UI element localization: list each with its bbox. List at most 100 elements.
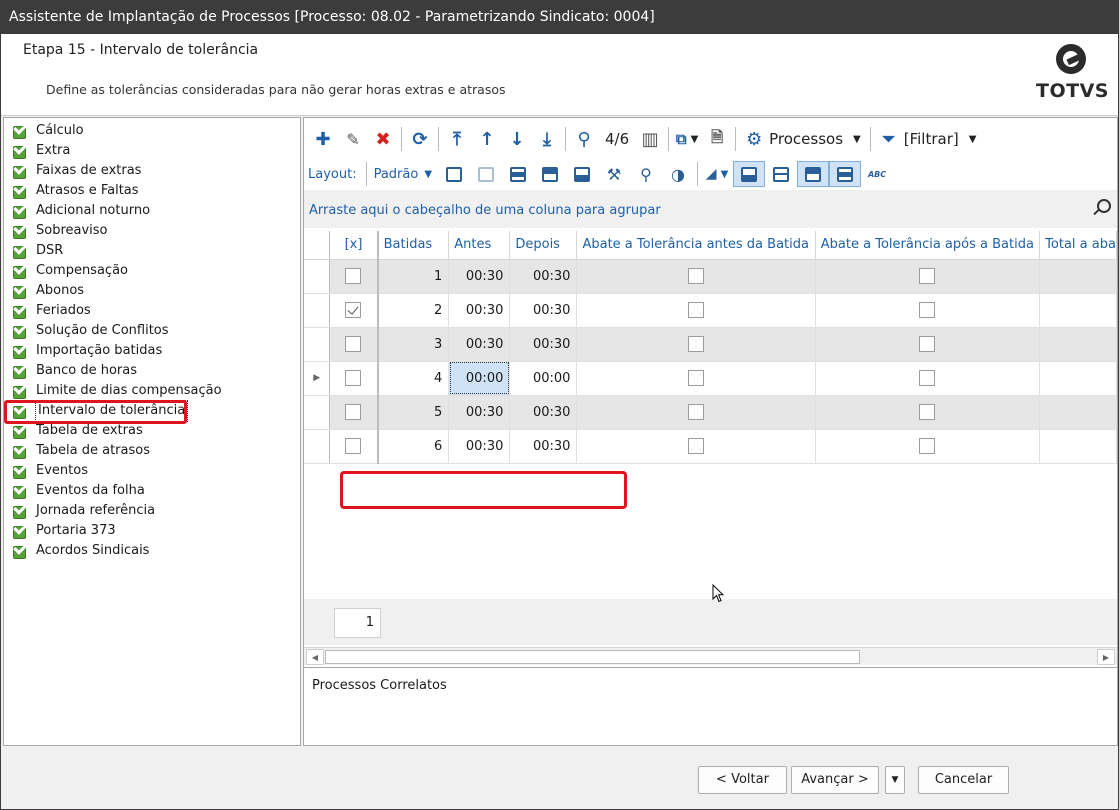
- antes-cell[interactable]: 00:30: [448, 293, 511, 328]
- depois-cell[interactable]: 00:30: [509, 327, 578, 362]
- chart-icon[interactable]: ◢ ▼: [701, 161, 733, 187]
- abate-antes-cell[interactable]: [576, 327, 816, 362]
- row-select-checkbox[interactable]: [345, 268, 362, 284]
- col-header-abate-antes[interactable]: Abate a Tolerância antes da Batida: [576, 231, 816, 260]
- sidebar-item[interactable]: Compensação: [4, 259, 300, 281]
- depois-cell[interactable]: 00:30: [509, 293, 578, 328]
- layout-preset-caret-icon[interactable]: ▼: [424, 169, 432, 180]
- total-cell[interactable]: [1039, 361, 1117, 396]
- row-select-cell[interactable]: [329, 259, 379, 294]
- search-icon[interactable]: [1097, 199, 1111, 213]
- sidebar-item[interactable]: Feriados: [4, 299, 300, 321]
- depois-cell[interactable]: 00:30: [509, 395, 578, 430]
- sidebar-item[interactable]: Sobreaviso: [4, 219, 300, 241]
- row-select-cell[interactable]: [329, 293, 379, 328]
- abate-antes-cell[interactable]: [576, 429, 816, 464]
- arrow-up-icon[interactable]: ↑: [472, 125, 502, 153]
- col-header-batidas[interactable]: Batidas: [376, 231, 450, 260]
- abate-apos-checkbox[interactable]: [919, 438, 936, 454]
- next-dropdown-icon[interactable]: ▼: [885, 766, 905, 794]
- abate-apos-cell[interactable]: [815, 259, 1041, 294]
- row-select-checkbox[interactable]: [345, 302, 362, 318]
- sidebar-item[interactable]: Tabela de extras: [4, 419, 300, 441]
- add-column-icon[interactable]: [438, 161, 470, 187]
- refresh-icon[interactable]: ⟳: [405, 125, 435, 153]
- table-row[interactable]: ▶ 4 00:00 00:00: [304, 361, 1117, 396]
- arrow-down-icon[interactable]: ↓: [502, 125, 532, 153]
- row-select-cell[interactable]: [329, 395, 379, 430]
- abate-antes-cell[interactable]: [576, 293, 816, 328]
- depois-cell[interactable]: 00:00: [509, 361, 578, 396]
- merge-icon[interactable]: [502, 161, 534, 187]
- sidebar-item[interactable]: DSR: [4, 239, 300, 261]
- table-row[interactable]: 5 00:30 00:30: [304, 395, 1117, 430]
- sidebar-item[interactable]: Limite de dias compensação: [4, 379, 300, 401]
- row-select-cell[interactable]: [329, 361, 379, 396]
- sidebar-item[interactable]: Cálculo: [4, 119, 300, 141]
- horizontal-scrollbar[interactable]: ◀ ▶: [304, 647, 1117, 665]
- abate-apos-cell[interactable]: [815, 395, 1041, 430]
- processos-dropdown[interactable]: Processos: [769, 130, 849, 148]
- col-header-depois[interactable]: Depois: [509, 231, 578, 260]
- filtrar-dropdown[interactable]: [Filtrar]: [904, 130, 965, 148]
- abate-antes-checkbox[interactable]: [688, 268, 705, 284]
- col-header-abate-apos[interactable]: Abate a Tolerância após a Batida: [815, 231, 1041, 260]
- gear-icon[interactable]: ⚙: [739, 125, 769, 153]
- sidebar-item[interactable]: Faixas de extras: [4, 159, 300, 181]
- abate-apos-cell[interactable]: [815, 429, 1041, 464]
- total-cell[interactable]: [1039, 293, 1117, 328]
- layout-top-toggle[interactable]: [797, 161, 830, 187]
- abate-apos-cell[interactable]: [815, 327, 1041, 362]
- columns-icon[interactable]: ▥: [635, 125, 665, 153]
- document-icon[interactable]: 🗎: [702, 125, 732, 153]
- abate-antes-checkbox[interactable]: [688, 404, 705, 420]
- total-cell[interactable]: [1039, 429, 1117, 464]
- cancel-button[interactable]: Cancelar: [918, 766, 1009, 794]
- total-cell[interactable]: [1039, 327, 1117, 362]
- sidebar-item[interactable]: Tabela de atrasos: [4, 439, 300, 461]
- abate-apos-checkbox[interactable]: [919, 370, 936, 386]
- layout-split-toggle[interactable]: [765, 161, 797, 187]
- batidas-cell[interactable]: 4: [376, 361, 450, 396]
- abate-antes-checkbox[interactable]: [688, 336, 705, 352]
- col-header-select[interactable]: [x]: [329, 231, 379, 260]
- abate-antes-checkbox[interactable]: [688, 302, 705, 318]
- antes-cell[interactable]: 00:30: [448, 395, 511, 430]
- arrow-bottom-icon[interactable]: ⤓: [532, 125, 562, 153]
- depois-cell[interactable]: 00:30: [509, 259, 578, 294]
- back-button[interactable]: < Voltar: [698, 766, 787, 794]
- sidebar-item[interactable]: Acordos Sindicais: [4, 539, 300, 561]
- depois-cell[interactable]: 00:30: [509, 429, 578, 464]
- layout-middle-toggle[interactable]: [829, 161, 862, 187]
- search-icon[interactable]: ⚲: [569, 125, 599, 153]
- abate-apos-checkbox[interactable]: [919, 336, 936, 352]
- paint-format-icon[interactable]: ⚒: [598, 161, 630, 187]
- filter-icon[interactable]: ⏷: [874, 125, 904, 153]
- abate-antes-checkbox[interactable]: [688, 370, 705, 386]
- abate-antes-checkbox[interactable]: [688, 438, 705, 454]
- move-up-column-icon[interactable]: [534, 161, 566, 187]
- table-row[interactable]: 2 00:30 00:30: [304, 293, 1117, 328]
- sidebar-item[interactable]: Atrasos e Faltas: [4, 179, 300, 201]
- next-button[interactable]: Avançar >: [791, 766, 879, 794]
- sidebar-item[interactable]: Portaria 373: [4, 519, 300, 541]
- batidas-cell[interactable]: 6: [376, 429, 450, 464]
- total-cell[interactable]: [1039, 395, 1117, 430]
- sidebar-item[interactable]: Eventos: [4, 459, 300, 481]
- group-by-bar[interactable]: Arraste aqui o cabeçalho de uma coluna p…: [304, 190, 1117, 228]
- antes-cell[interactable]: 00:30: [448, 259, 511, 294]
- batidas-cell[interactable]: 3: [376, 327, 450, 362]
- filtrar-caret-icon[interactable]: ▼: [969, 134, 977, 145]
- delete-x-icon[interactable]: ✖: [368, 125, 398, 153]
- row-select-checkbox[interactable]: [345, 404, 362, 420]
- sidebar-item[interactable]: Abonos: [4, 279, 300, 301]
- sidebar-item[interactable]: Extra: [4, 139, 300, 161]
- abate-apos-checkbox[interactable]: [919, 302, 936, 318]
- col-header-total[interactable]: Total a aba: [1039, 231, 1117, 260]
- abate-apos-checkbox[interactable]: [919, 268, 936, 284]
- sidebar-item[interactable]: Importação batidas: [4, 339, 300, 361]
- antes-cell[interactable]: 00:30: [448, 327, 511, 362]
- sidebar-item[interactable]: Solução de Conflitos: [4, 319, 300, 341]
- plus-icon[interactable]: ✚: [308, 125, 338, 153]
- abate-apos-checkbox[interactable]: [919, 404, 936, 420]
